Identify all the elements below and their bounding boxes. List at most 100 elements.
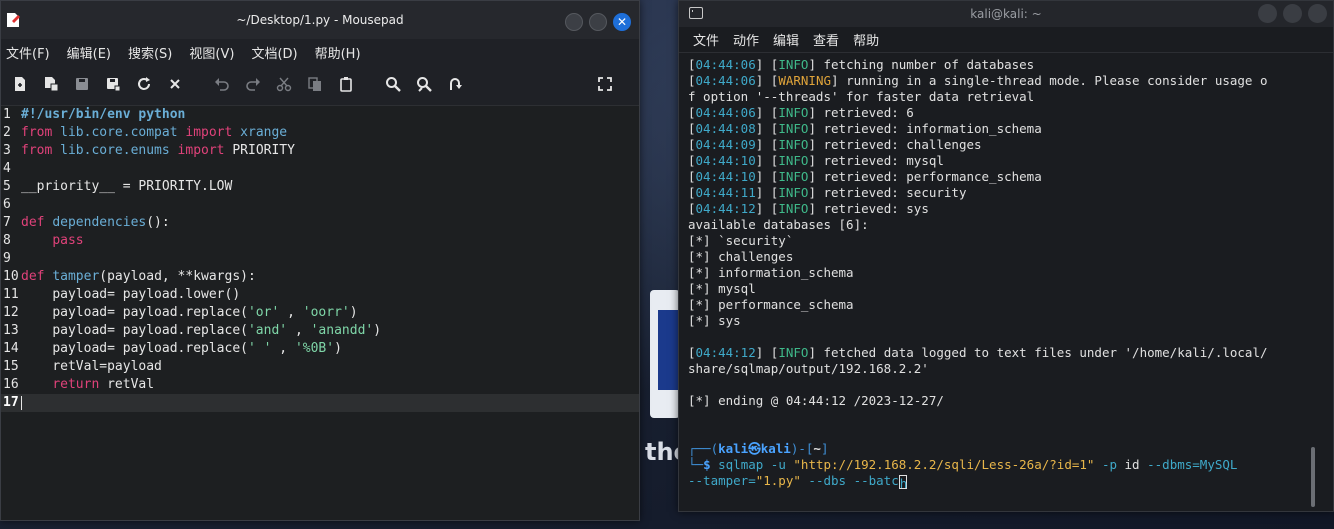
save-icon[interactable] bbox=[71, 73, 93, 95]
window-title: ~/Desktop/1.py - Mousepad bbox=[236, 13, 404, 27]
terminal-line: f option '--threads' for faster data ret… bbox=[688, 89, 1035, 104]
code-line: 3 from lib.core.enums import PRIORITY bbox=[3, 143, 295, 158]
maximize-button[interactable] bbox=[589, 13, 607, 31]
terminal-line: [04:44:08] [INFO] retrieved: information… bbox=[688, 121, 1042, 136]
terminal-window: kali@kali: ~ 文件 动作 编辑 查看 帮助 [04:44:06] [… bbox=[678, 0, 1334, 512]
terminal-line: [04:44:06] [INFO] fetching number of dat… bbox=[688, 57, 1035, 72]
menu-search[interactable]: 搜索(S) bbox=[128, 43, 172, 62]
redo-icon[interactable] bbox=[242, 73, 264, 95]
terminal-line: [04:44:09] [INFO] retrieved: challenges bbox=[688, 137, 982, 152]
line-number: 12 bbox=[3, 305, 19, 320]
log-level: WARNING bbox=[778, 73, 832, 88]
cut-icon[interactable] bbox=[273, 73, 295, 95]
minimize-button[interactable] bbox=[1258, 4, 1277, 23]
minimize-button[interactable] bbox=[565, 13, 583, 31]
terminal-line: [04:44:12] [INFO] fetched data logged to… bbox=[688, 345, 1268, 360]
mousepad-titlebar[interactable]: ~/Desktop/1.py - Mousepad ✕ bbox=[1, 1, 639, 39]
menu-view[interactable]: 视图(V) bbox=[189, 43, 234, 62]
log-message: fetching number of databases bbox=[815, 57, 1035, 72]
terminal-titlebar[interactable]: kali@kali: ~ bbox=[679, 1, 1333, 27]
log-message: retrieved: 6 bbox=[815, 105, 914, 120]
log-level: INFO bbox=[778, 137, 809, 152]
log-timestamp: 04:44:12 bbox=[695, 345, 756, 360]
terminal-output[interactable]: [04:44:06] [INFO] fetching number of dat… bbox=[688, 57, 1308, 441]
log-level: INFO bbox=[778, 345, 809, 360]
line-number: 6 bbox=[3, 197, 11, 212]
code-editor[interactable]: 1 #!/usr/bin/env python 2 from lib.core.co… bbox=[1, 105, 639, 520]
mousepad-menubar: 文件(F) 编辑(E) 搜索(S) 视图(V) 文档(D) 帮助(H) bbox=[1, 39, 639, 65]
prompt-dir: ~ bbox=[813, 441, 821, 456]
goto-icon[interactable] bbox=[444, 73, 466, 95]
terminal-scrollbar[interactable] bbox=[1311, 447, 1315, 507]
mousepad-toolbar bbox=[1, 65, 639, 103]
terminal-menubar: 文件 动作 编辑 查看 帮助 bbox=[679, 27, 1333, 53]
log-message: running in a single-thread mode. Please … bbox=[838, 73, 1268, 88]
menu-file[interactable]: 文件 bbox=[693, 30, 719, 49]
log-timestamp: 04:44:10 bbox=[695, 169, 756, 184]
log-message: retrieved: mysql bbox=[815, 153, 944, 168]
terminal-line: [*] sys bbox=[688, 313, 741, 328]
paste-icon[interactable] bbox=[335, 73, 357, 95]
close-button[interactable]: ✕ bbox=[613, 13, 631, 31]
log-timestamp: 04:44:08 bbox=[695, 121, 756, 136]
terminal-line: share/sqlmap/output/192.168.2.2' bbox=[688, 361, 929, 376]
menu-actions[interactable]: 动作 bbox=[733, 30, 759, 49]
code-line: 10 def tamper(payload, **kwargs): bbox=[3, 269, 256, 284]
copy-icon[interactable] bbox=[304, 73, 326, 95]
terminal-line: [*] mysql bbox=[688, 281, 756, 296]
terminal-line: [*] ending @ 04:44:12 /2023-12-27/ bbox=[688, 393, 944, 408]
close-tab-icon[interactable] bbox=[164, 73, 186, 95]
find-replace-icon[interactable] bbox=[413, 73, 435, 95]
log-level: INFO bbox=[778, 57, 809, 72]
text-caret bbox=[21, 395, 22, 410]
code-line: 9 bbox=[1, 250, 639, 268]
fullscreen-icon[interactable] bbox=[594, 73, 616, 95]
log-message: retrieved: challenges bbox=[815, 137, 982, 152]
new-window-icon[interactable] bbox=[40, 73, 62, 95]
undo-icon[interactable] bbox=[211, 73, 233, 95]
terminal-prompt[interactable]: ┌──(kali㉿kali)-[~] └─$ sqlmap -u "http:/… bbox=[688, 441, 1308, 491]
menu-document[interactable]: 文档(D) bbox=[251, 43, 297, 62]
line-number: 13 bbox=[3, 323, 19, 338]
maximize-button[interactable] bbox=[1283, 4, 1302, 23]
terminal-line: [04:44:11] [INFO] retrieved: security bbox=[688, 185, 967, 200]
log-message: retrieved: information_schema bbox=[815, 121, 1042, 136]
menu-file[interactable]: 文件(F) bbox=[6, 43, 50, 62]
new-document-icon[interactable] bbox=[9, 73, 31, 95]
terminal-line: [*] information_schema bbox=[688, 265, 854, 280]
log-level: INFO bbox=[778, 169, 809, 184]
terminal-line: [*] challenges bbox=[688, 249, 794, 264]
log-level: INFO bbox=[778, 105, 809, 120]
code-line: 6 bbox=[1, 196, 639, 214]
code-line: 4 bbox=[1, 160, 639, 178]
log-timestamp: 04:44:10 bbox=[695, 153, 756, 168]
line-number: 15 bbox=[3, 359, 19, 374]
terminal-line: [04:44:06] [WARNING] running in a single… bbox=[688, 73, 1268, 88]
close-button[interactable] bbox=[1308, 4, 1327, 23]
find-icon[interactable] bbox=[382, 73, 404, 95]
line-number: 11 bbox=[3, 287, 19, 302]
menu-help[interactable]: 帮助(H) bbox=[315, 43, 361, 62]
menu-edit[interactable]: 编辑(E) bbox=[67, 43, 111, 62]
line-number: 16 bbox=[3, 377, 19, 392]
wallpaper-logo bbox=[650, 290, 680, 418]
terminal-line: [04:44:06] [INFO] retrieved: 6 bbox=[688, 105, 914, 120]
save-as-icon[interactable] bbox=[102, 73, 124, 95]
menu-edit[interactable]: 编辑 bbox=[773, 30, 799, 49]
terminal-cursor: h bbox=[898, 474, 908, 491]
log-timestamp: 04:44:11 bbox=[695, 185, 756, 200]
line-number: 8 bbox=[3, 233, 11, 248]
line-number: 1 bbox=[3, 107, 11, 122]
menu-view[interactable]: 查看 bbox=[813, 30, 839, 49]
log-timestamp: 04:44:06 bbox=[695, 105, 756, 120]
code-line: 1 #!/usr/bin/env python bbox=[3, 107, 186, 122]
terminal-line: available databases [6]: bbox=[688, 217, 869, 232]
reload-icon[interactable] bbox=[133, 73, 155, 95]
terminal-line: [*] `security` bbox=[688, 233, 794, 248]
line-number: 14 bbox=[3, 341, 19, 356]
menu-help[interactable]: 帮助 bbox=[853, 30, 879, 49]
log-message: retrieved: performance_schema bbox=[815, 169, 1042, 184]
terminal-icon bbox=[689, 7, 703, 19]
